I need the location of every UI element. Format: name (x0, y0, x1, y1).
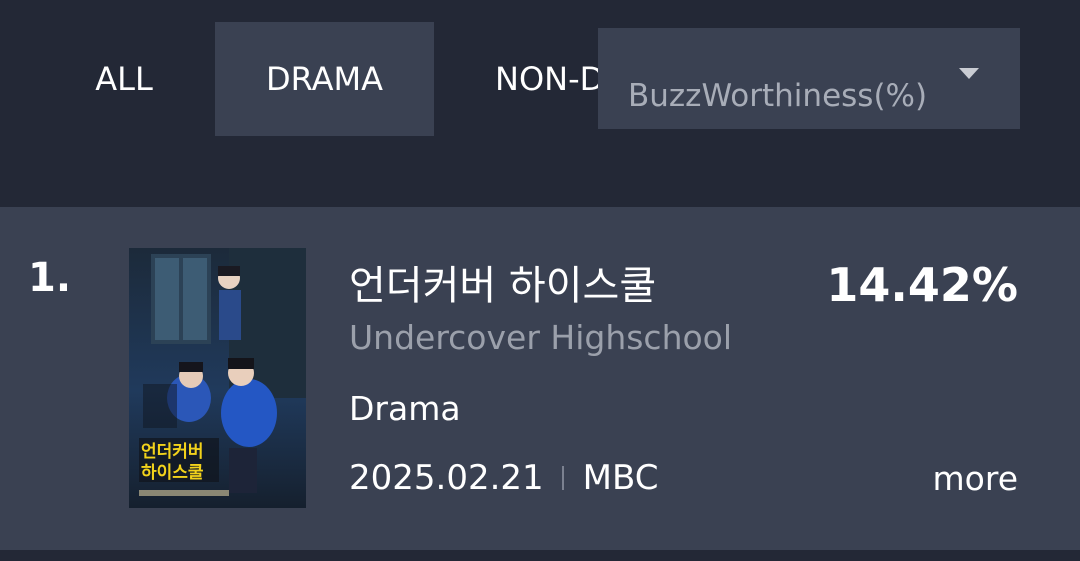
tab-drama[interactable]: DRAMA (215, 22, 434, 136)
chevron-down-icon[interactable] (957, 64, 981, 82)
poster-title-line-2: 하이스쿨 (141, 463, 204, 483)
sort-dropdown-label: BuzzWorthiness(%) (628, 78, 928, 114)
title-english: Undercover Highschool (349, 318, 733, 357)
tab-all[interactable]: ALL (60, 22, 188, 136)
filter-bar: ALL DRAMA NON-D BuzzWorthiness(%) (0, 0, 1080, 205)
meta-divider (561, 466, 564, 490)
buzzworthiness-ranking-page: ALL DRAMA NON-D BuzzWorthiness(%) 1. 언더커… (0, 0, 1080, 561)
more-link[interactable]: more (933, 459, 1018, 498)
network-name: MBC (582, 458, 659, 498)
poster-title-line-1: 언더커버 (141, 442, 204, 462)
buzz-score: 14.42% (826, 258, 1018, 312)
tab-non-drama[interactable]: NON-D (466, 22, 616, 136)
title-korean[interactable]: 언더커버 하이스쿨 (349, 253, 656, 311)
poster-image[interactable]: 언더커버 하이스쿨 (129, 248, 306, 508)
row-separator (0, 550, 1080, 561)
genre-label: Drama (349, 389, 461, 428)
rank-number: 1. (28, 255, 72, 301)
air-date: 2025.02.21 (349, 458, 544, 498)
meta-info: 2025.02.21 MBC (349, 458, 658, 498)
